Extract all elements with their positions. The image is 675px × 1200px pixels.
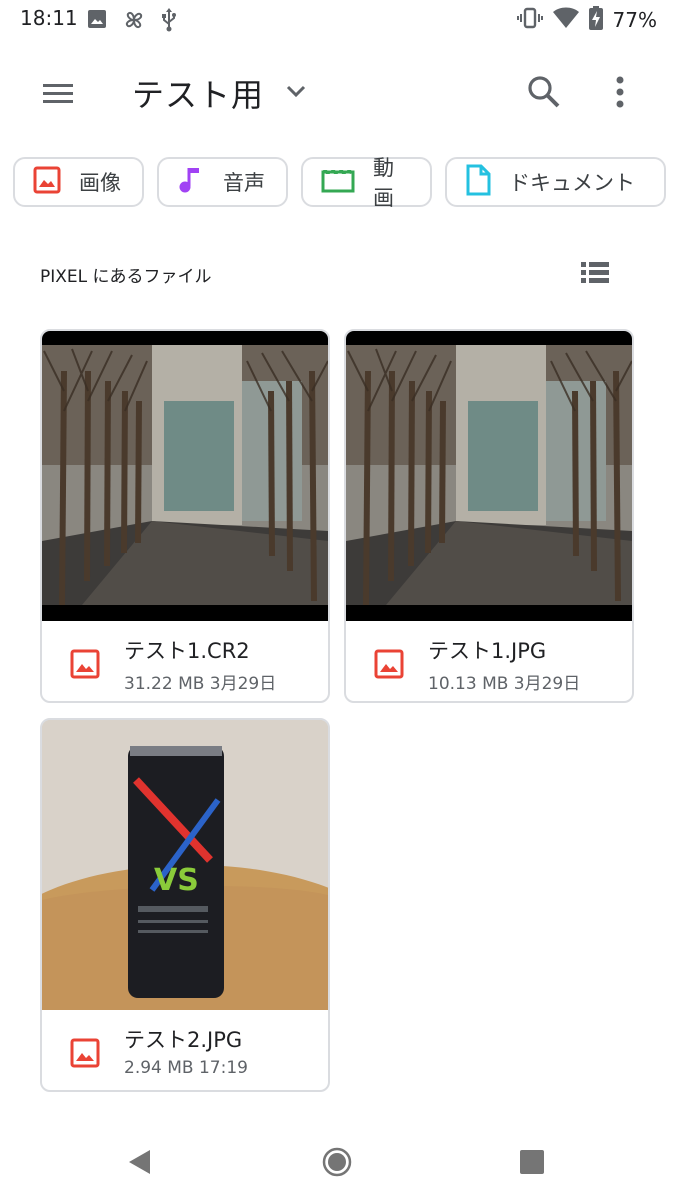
chip-audio[interactable]: 音声 xyxy=(157,157,288,207)
file-info: テスト1.JPG 10.13 MB 3月29日 xyxy=(346,621,632,701)
category-chips: 画像 音声 動画 ドキュメント xyxy=(13,156,666,210)
chip-images[interactable]: 画像 xyxy=(13,157,144,207)
file-thumbnail: VS xyxy=(42,720,328,1010)
file-name: テスト1.CR2 xyxy=(124,639,250,663)
menu-icon xyxy=(38,84,80,118)
status-bar: 18:11 77% xyxy=(0,0,675,40)
pinwheel-icon xyxy=(122,8,146,36)
section-title: PIXEL にあるファイル xyxy=(40,267,212,287)
image-icon xyxy=(374,649,404,683)
system-nav-bar xyxy=(0,1120,675,1200)
vibrate-icon xyxy=(516,6,543,34)
chip-label: 画像 xyxy=(79,171,121,195)
top-app-bar: テスト用 xyxy=(0,52,675,132)
chip-video[interactable]: 動画 xyxy=(301,156,432,210)
wifi-icon xyxy=(552,7,579,33)
document-icon xyxy=(465,164,491,200)
system-status-icons: 77% xyxy=(516,6,657,34)
file-info: テスト2.JPG 2.94 MB 17:19 xyxy=(42,1010,328,1090)
back-triangle-icon xyxy=(126,1150,154,1180)
file-meta: 10.13 MB 3月29日 xyxy=(428,674,581,694)
list-view-icon xyxy=(580,262,610,290)
chip-label: 音声 xyxy=(223,171,265,195)
chip-label: ドキュメント xyxy=(509,171,635,195)
image-icon xyxy=(86,8,108,36)
menu-button[interactable] xyxy=(38,74,80,114)
chevron-down-icon xyxy=(284,83,308,103)
image-icon xyxy=(70,1038,100,1072)
file-meta: 2.94 MB 17:19 xyxy=(124,1058,248,1078)
image-icon xyxy=(33,166,61,198)
battery-charging-icon xyxy=(588,6,603,34)
file-thumbnail xyxy=(346,331,632,621)
more-vert-icon xyxy=(606,76,634,116)
battery-percent: 77% xyxy=(612,8,657,32)
back-button[interactable] xyxy=(126,1148,154,1180)
file-name: テスト1.JPG xyxy=(428,639,547,663)
folder-title-dropdown[interactable]: テスト用 xyxy=(132,70,308,116)
file-name: テスト2.JPG xyxy=(124,1028,243,1052)
page-title: テスト用 xyxy=(132,76,265,114)
search-button[interactable] xyxy=(524,72,564,112)
music-note-icon xyxy=(177,165,205,199)
home-circle-icon xyxy=(321,1147,353,1182)
svg-text:VS: VS xyxy=(154,863,199,898)
list-view-toggle[interactable] xyxy=(580,260,610,286)
chip-documents[interactable]: ドキュメント xyxy=(445,157,666,207)
search-icon xyxy=(524,76,564,116)
status-time: 18:11 xyxy=(20,6,78,30)
file-thumbnail xyxy=(42,331,328,621)
home-button[interactable] xyxy=(321,1146,353,1182)
file-card[interactable]: テスト1.JPG 10.13 MB 3月29日 xyxy=(344,329,634,703)
more-options-button[interactable] xyxy=(606,72,634,112)
chip-label: 動画 xyxy=(373,156,394,210)
image-icon xyxy=(70,649,100,683)
file-info: テスト1.CR2 31.22 MB 3月29日 xyxy=(42,621,328,701)
file-meta: 31.22 MB 3月29日 xyxy=(124,674,277,694)
file-card[interactable]: VS テスト2.JPG 2.94 MB 17:19 xyxy=(40,718,330,1092)
notification-icons xyxy=(86,8,178,36)
file-card[interactable]: テスト1.CR2 31.22 MB 3月29日 xyxy=(40,329,330,703)
movie-icon xyxy=(321,166,355,198)
usb-icon xyxy=(160,8,178,36)
recents-button[interactable] xyxy=(519,1149,545,1179)
recents-square-icon xyxy=(519,1150,545,1179)
